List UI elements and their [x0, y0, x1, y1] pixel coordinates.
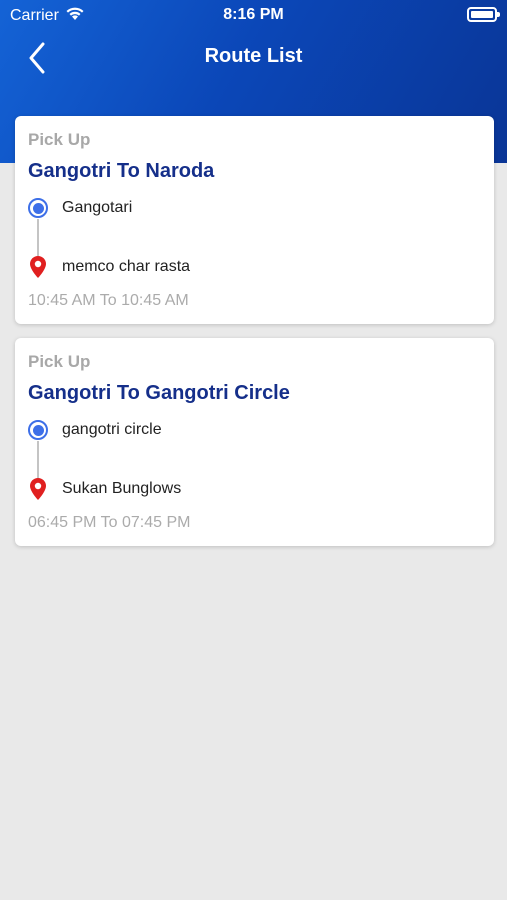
route-list: Pick Up Gangotri To Naroda Gangotari mem…: [15, 116, 494, 560]
start-stop-name: gangotri circle: [62, 421, 162, 438]
page-title: Route List: [204, 45, 303, 67]
route-stops: gangotri circle Sukan Bunglows: [28, 420, 494, 508]
status-time: 8:16 PM: [223, 6, 284, 23]
route-time: 10:45 AM To 10:45 AM: [28, 292, 189, 309]
start-stop: gangotri circle: [28, 420, 162, 440]
battery-icon: [467, 7, 500, 22]
route-type: Pick Up: [28, 130, 91, 149]
route-title: Gangotri To Naroda: [28, 160, 215, 182]
route-connector: [37, 441, 39, 478]
map-pin-icon: [28, 256, 48, 278]
end-stop: Sukan Bunglows: [28, 478, 181, 500]
end-stop-name: Sukan Bunglows: [62, 480, 182, 497]
map-pin-icon: [28, 478, 48, 500]
origin-dot-icon: [28, 198, 48, 218]
end-stop-name: memco char rasta: [62, 258, 191, 275]
route-type: Pick Up: [28, 352, 91, 371]
route-card[interactable]: Pick Up Gangotri To Gangotri Circle gang…: [15, 338, 494, 546]
end-stop: memco char rasta: [28, 256, 190, 278]
route-connector: [37, 219, 39, 256]
route-card[interactable]: Pick Up Gangotri To Naroda Gangotari mem…: [15, 116, 494, 324]
start-stop-name: Gangotari: [62, 199, 133, 216]
start-stop: Gangotari: [28, 198, 132, 218]
route-stops: Gangotari memco char rasta: [28, 198, 494, 286]
route-title: Gangotri To Gangotri Circle: [28, 382, 290, 404]
route-time: 06:45 PM To 07:45 PM: [28, 514, 191, 531]
status-bar: Carrier 8:16 PM: [0, 0, 507, 30]
origin-dot-icon: [28, 420, 48, 440]
